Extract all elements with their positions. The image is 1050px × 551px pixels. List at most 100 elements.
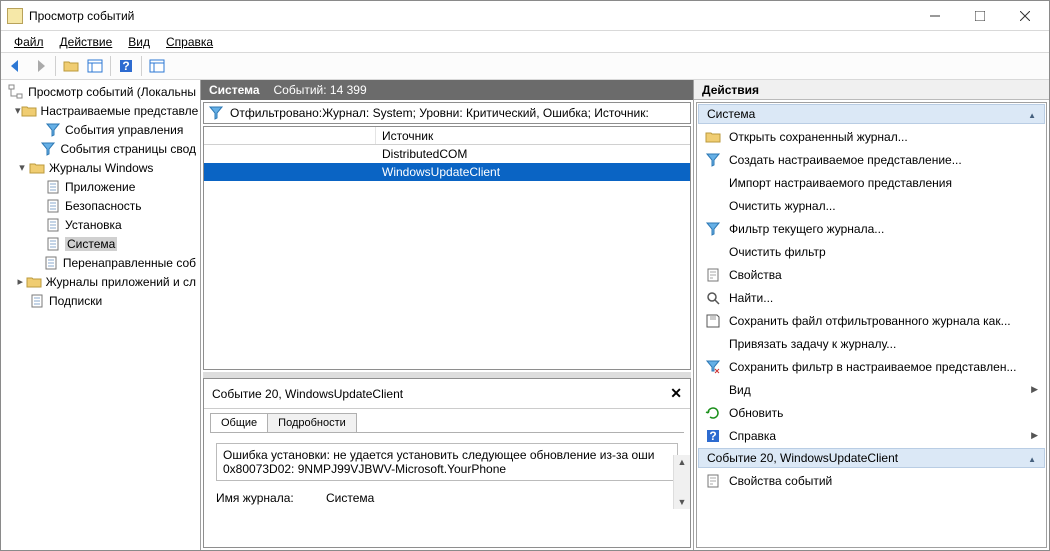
blank-icon [705, 336, 721, 352]
action-item[interactable]: Привязать задачу к журналу... [697, 332, 1046, 355]
blank-icon [705, 175, 721, 191]
tree-root[interactable]: Просмотр событий (Локальны [1, 82, 200, 101]
tree-security[interactable]: Безопасность [1, 196, 200, 215]
filter-text: Отфильтровано:Журнал: System; Уровни: Кр… [230, 106, 649, 120]
actions-title: Действия [694, 80, 1049, 100]
folder-icon [705, 129, 721, 145]
action-label: Вид [729, 383, 751, 397]
action-item[interactable]: Импорт настраиваемого представления [697, 171, 1046, 194]
tree-windows-logs[interactable]: ▾Журналы Windows [1, 158, 200, 177]
detail-title: Событие 20, WindowsUpdateClient [212, 387, 403, 401]
blank-icon [705, 198, 721, 214]
action-item[interactable]: Сохранить фильтр в настраиваемое предста… [697, 355, 1046, 378]
actions-pane: Действия Система Открыть сохраненный жур… [694, 80, 1049, 550]
action-item[interactable]: Свойства событий [697, 469, 1046, 492]
detail-scrollbar[interactable]: ▲▼ [673, 455, 690, 509]
toolbar [1, 52, 1049, 80]
action-item[interactable]: Сохранить файл отфильтрованного журнала … [697, 309, 1046, 332]
action-label: Привязать задачу к журналу... [729, 337, 896, 351]
filter-icon [208, 105, 224, 124]
action-item[interactable]: Очистить журнал... [697, 194, 1046, 217]
app-icon [7, 8, 23, 24]
action-label: Очистить фильтр [729, 245, 826, 259]
actions-section-system[interactable]: Система [698, 104, 1045, 124]
nav-forward-button[interactable] [29, 55, 51, 77]
detail-message: Ошибка установки: не удается установить … [216, 443, 678, 481]
event-row[interactable]: WindowsUpdateClient [204, 163, 690, 181]
action-label: Импорт настраиваемого представления [729, 176, 952, 190]
detail-close-button[interactable]: ✕ [670, 385, 682, 402]
refresh-icon [705, 405, 721, 421]
trash-icon [705, 359, 721, 375]
titlebar: Просмотр событий [1, 1, 1049, 31]
tab-details[interactable]: Подробности [267, 413, 357, 432]
layout-button[interactable] [84, 55, 106, 77]
menubar: Файл Действие Вид Справка [1, 31, 1049, 52]
nav-back-button[interactable] [5, 55, 27, 77]
tree-setup[interactable]: Установка [1, 215, 200, 234]
funnel-icon [705, 152, 721, 168]
col-source[interactable]: Источник [376, 127, 690, 144]
tree-system[interactable]: Система [1, 234, 200, 253]
navigation-tree[interactable]: Просмотр событий (Локальны ▾Настраиваемы… [1, 80, 201, 550]
action-item[interactable]: Свойства [697, 263, 1046, 286]
filter-bar: Отфильтровано:Журнал: System; Уровни: Кр… [203, 102, 691, 124]
collapse-icon [1028, 107, 1036, 121]
menu-view[interactable]: Вид [121, 34, 157, 50]
action-label: Сохранить файл отфильтрованного журнала … [729, 314, 1011, 328]
action-label: Обновить [729, 406, 783, 420]
action-item[interactable]: Открыть сохраненный журнал... [697, 125, 1046, 148]
action-label: Открыть сохраненный журнал... [729, 130, 908, 144]
save-icon [705, 313, 721, 329]
tree-subscriptions[interactable]: Подписки [1, 291, 200, 310]
blank-icon [705, 382, 721, 398]
detail-val-logname: Система [326, 491, 374, 505]
column-headers[interactable]: Источник [204, 127, 690, 145]
action-item[interactable]: Справка▶ [697, 424, 1046, 447]
detail-key-logname: Имя журнала: [216, 491, 316, 505]
action-item[interactable]: Создать настраиваемое представление... [697, 148, 1046, 171]
menu-file[interactable]: Файл [7, 34, 51, 50]
action-item[interactable]: Вид▶ [697, 378, 1046, 401]
prop-icon [705, 267, 721, 283]
action-label: Найти... [729, 291, 773, 305]
tree-admin-events[interactable]: События управления [1, 120, 200, 139]
search-icon [705, 290, 721, 306]
action-item[interactable]: Найти... [697, 286, 1046, 309]
close-button[interactable] [1002, 2, 1047, 30]
action-label: Сохранить фильтр в настраиваемое предста… [729, 360, 1016, 374]
tree-summary-events[interactable]: События страницы свод [1, 139, 200, 158]
action-item[interactable]: Очистить фильтр [697, 240, 1046, 263]
blank-icon [705, 244, 721, 260]
log-header: Система Событий: 14 399 [201, 80, 693, 100]
action-label: Свойства [729, 268, 782, 282]
help-button[interactable] [115, 55, 137, 77]
center-pane: Система Событий: 14 399 Отфильтровано:Жу… [201, 80, 694, 550]
collapse-icon [1028, 451, 1036, 465]
log-header-count: Событий: 14 399 [274, 83, 367, 97]
action-label: Справка [729, 429, 776, 443]
tree-apps-services[interactable]: ▸Журналы приложений и сл [1, 272, 200, 291]
minimize-button[interactable] [912, 2, 957, 30]
actions-section-event[interactable]: Событие 20, WindowsUpdateClient [698, 448, 1045, 468]
menu-help[interactable]: Справка [159, 34, 220, 50]
menu-action[interactable]: Действие [53, 34, 120, 50]
tree-application[interactable]: Приложение [1, 177, 200, 196]
view-panes-button[interactable] [146, 55, 168, 77]
tree-forwarded[interactable]: Перенаправленные соб [1, 253, 200, 272]
help-icon [705, 428, 721, 444]
event-list[interactable]: Источник DistributedCOMWindowsUpdateClie… [203, 126, 691, 370]
action-label: Фильтр текущего журнала... [729, 222, 884, 236]
action-item[interactable]: Обновить [697, 401, 1046, 424]
log-header-name: Система [209, 83, 260, 97]
prop-icon [705, 473, 721, 489]
action-label: Свойства событий [729, 474, 832, 488]
action-item[interactable]: Фильтр текущего журнала... [697, 217, 1046, 240]
event-row[interactable]: DistributedCOM [204, 145, 690, 163]
tab-general[interactable]: Общие [210, 413, 268, 432]
action-label: Очистить журнал... [729, 199, 836, 213]
tree-custom-views[interactable]: ▾Настраиваемые представле [1, 101, 200, 120]
show-tree-button[interactable] [60, 55, 82, 77]
maximize-button[interactable] [957, 2, 1002, 30]
action-label: Создать настраиваемое представление... [729, 153, 962, 167]
